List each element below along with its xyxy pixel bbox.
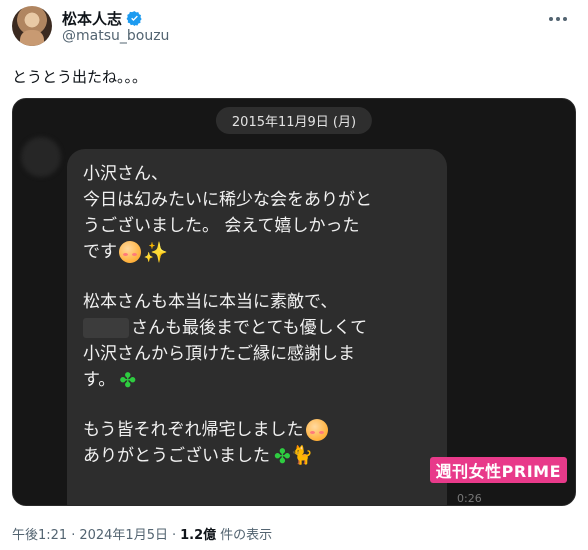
author-name-row: 松本人志: [62, 8, 143, 29]
tweet-date[interactable]: 2024年1月5日: [79, 524, 168, 543]
chat-message-bubble: 小沢さん、 今日は幻みたいに稀少な会をありがと うございました。 会えて嬉しかっ…: [67, 149, 447, 505]
message-line: 松本さんも本当に本当に素敵で、: [83, 292, 338, 312]
views-count: 1.2億: [180, 528, 217, 543]
verified-badge-icon: [126, 11, 142, 26]
message-time: 0:26: [457, 492, 482, 505]
four-leaf-clover-icon: ✤: [274, 444, 291, 468]
message-line: す。 ✤: [83, 368, 137, 392]
message-line: 小沢さん、: [83, 164, 168, 184]
message-line: うございました。 会えて嬉しかった: [83, 216, 360, 236]
more-icon[interactable]: [546, 10, 570, 28]
message-line: 今日は幻みたいに稀少な会をありがと: [83, 190, 372, 210]
smiling-face-icon: [119, 241, 141, 263]
message-line: ありがとうございました ✤🐈: [83, 444, 314, 468]
message-line: さんも最後までとても優しくて: [83, 315, 431, 341]
four-leaf-clover-icon: ✤: [119, 368, 137, 392]
meta-separator: ·: [71, 528, 76, 543]
author-handle[interactable]: @matsu_bouzu: [62, 28, 169, 44]
chat-date-header: 2015年11月9日 (月): [215, 107, 373, 134]
sender-avatar-blurred: [21, 137, 61, 177]
author-name[interactable]: 松本人志: [62, 8, 122, 29]
message-line: 小沢さんから頂けたご縁に感謝しま: [83, 344, 355, 364]
author-avatar[interactable]: [12, 6, 52, 46]
tweet-header: 松本人志 @matsu_bouzu: [12, 6, 576, 50]
tweet-time[interactable]: 午後1:21: [12, 524, 67, 543]
smiling-face-icon: [305, 419, 328, 441]
cat-icon: 🐈: [290, 445, 314, 466]
message-line: です ✨: [83, 240, 168, 264]
views-label: 件の表示: [220, 528, 273, 543]
watermark-logo: 週刊女性PRIME: [429, 457, 567, 483]
tweet-meta: 午後1:21 · 2024年1月5日 · 1.2億 件の表示: [12, 524, 272, 543]
tweet-media-image[interactable]: 2015年11月9日 (月) 小沢さん、 今日は幻みたいに稀少な会をありがと う…: [12, 98, 576, 506]
tweet-text: とうとう出たね。。。: [12, 68, 148, 86]
sparkles-icon: ✨: [143, 240, 168, 264]
censored-name-block: [83, 318, 129, 338]
meta-separator: ·: [171, 528, 177, 543]
message-line: もう皆それぞれ帰宅しました: [83, 417, 431, 443]
